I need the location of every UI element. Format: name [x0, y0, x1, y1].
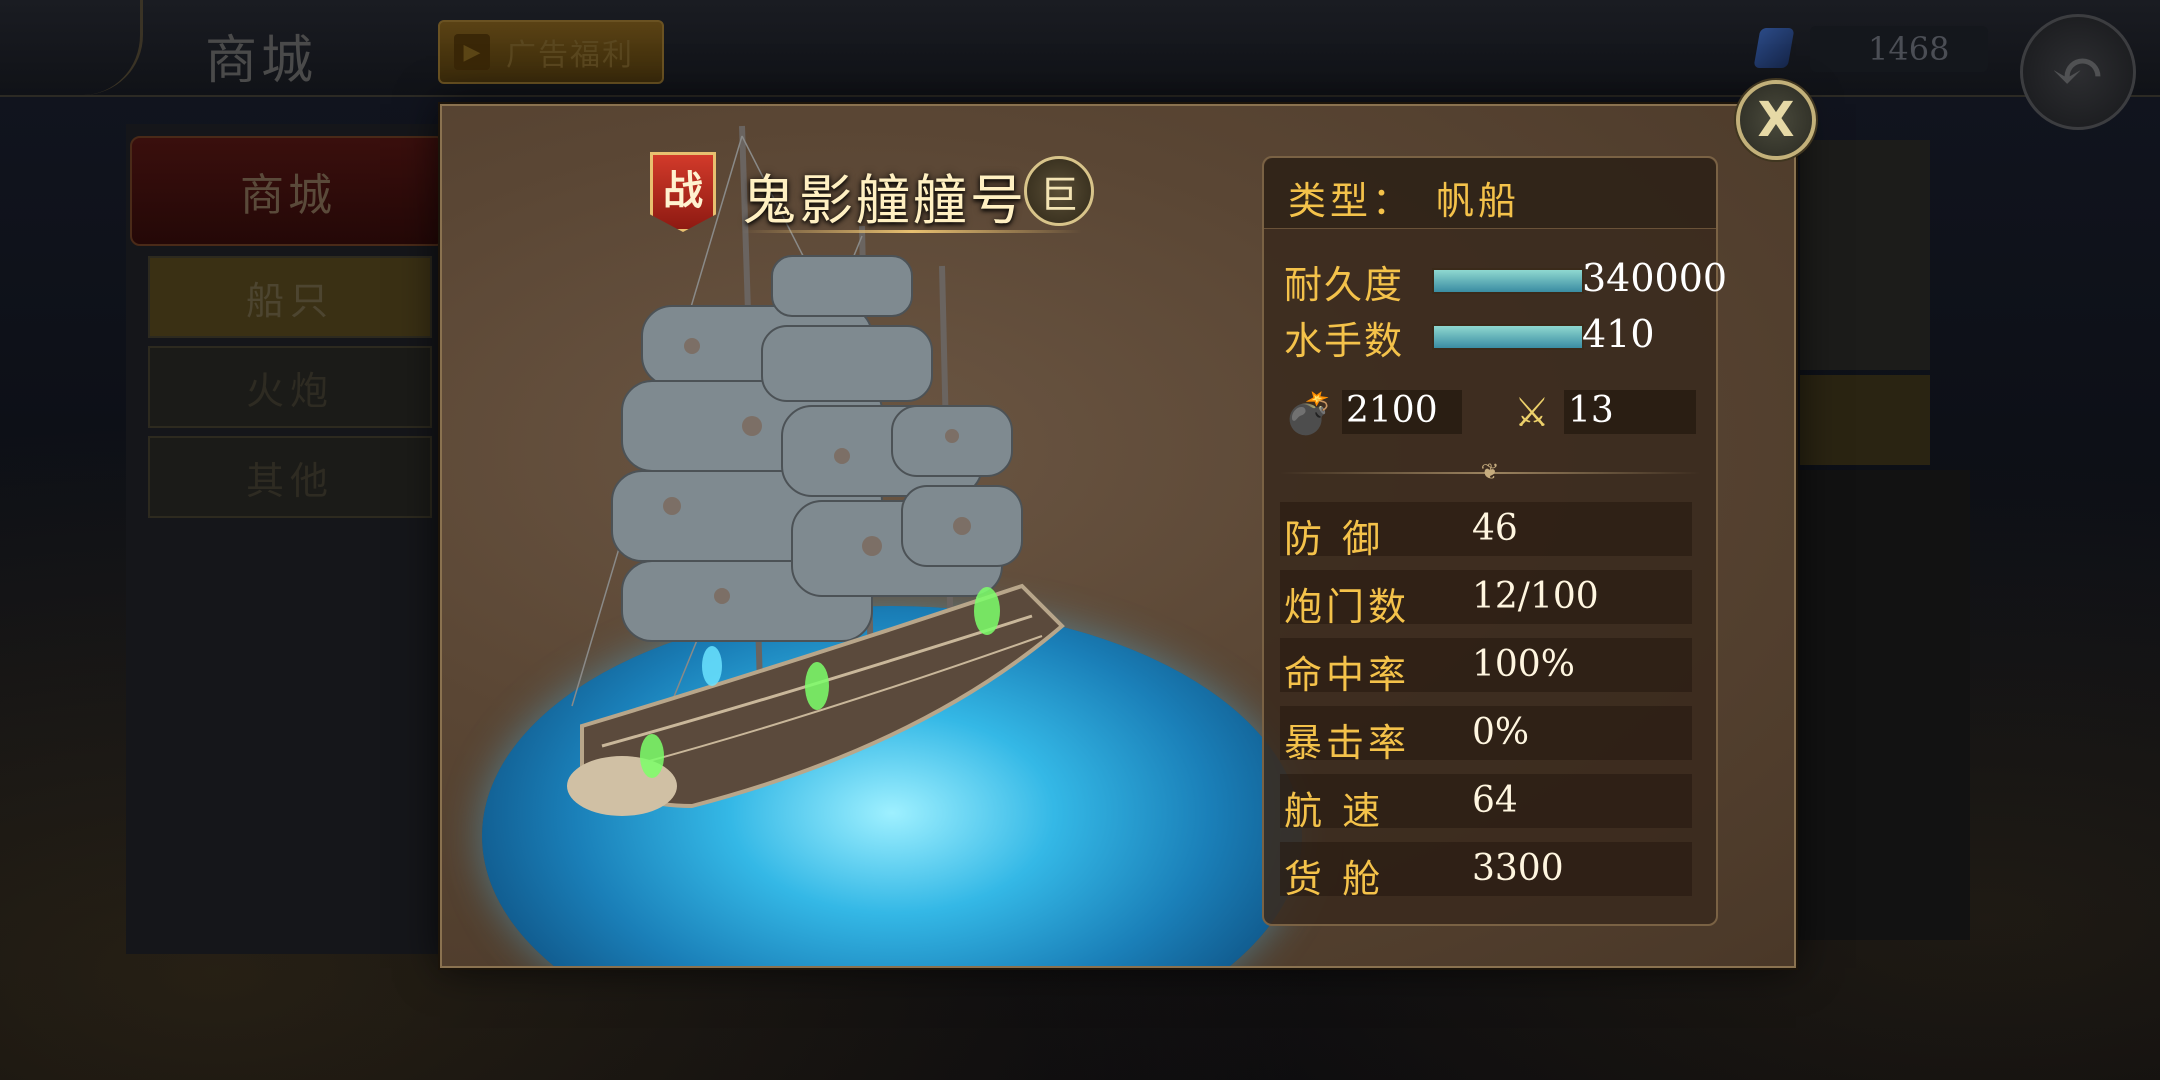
sailors-bar	[1432, 324, 1584, 350]
sailors-label: 水手数	[1284, 319, 1405, 363]
stat-value: 0%	[1472, 712, 1530, 753]
durability-label: 耐久度	[1284, 263, 1405, 307]
shop-item-card	[1800, 140, 1930, 370]
ad-reward-button[interactable]: ▶ 广告福利	[438, 20, 664, 84]
stat-row-crit-rate: 暴击率 0%	[1280, 706, 1692, 765]
shop-item-list	[1790, 470, 1970, 940]
stat-value: 12/100	[1472, 576, 1599, 617]
page-title: 商城	[205, 31, 318, 91]
cannon-power-value: 2100	[1346, 390, 1438, 431]
ad-reward-label: 广告福利	[506, 38, 634, 73]
shop-item-price	[1800, 375, 1930, 465]
stat-value: 3300	[1472, 848, 1564, 889]
back-arrow-icon: ↶	[2051, 35, 2105, 109]
ship-type-label: 类型：	[1288, 179, 1415, 223]
shop-sidebar	[126, 124, 446, 954]
ship-size-badge: 巨	[1024, 156, 1094, 226]
tab-others[interactable]: 其他	[148, 436, 432, 518]
close-icon: X	[1757, 92, 1795, 148]
stat-value: 64	[1472, 780, 1518, 821]
attack-value: 13	[1568, 390, 1614, 431]
crossed-swords-icon: ⚔	[1514, 390, 1550, 436]
gem-count: 1468	[1868, 30, 1950, 68]
stat-row-cargo: 货 舱 3300	[1280, 842, 1692, 901]
divider-ornament: ❦	[1480, 460, 1500, 485]
ship-name: 鬼影艟艟号	[742, 169, 1027, 232]
stat-row-accuracy: 命中率 100%	[1280, 638, 1692, 697]
play-icon: ▶	[454, 34, 490, 70]
durability-value: 340000	[1582, 256, 1728, 300]
ship-type-value: 帆船	[1436, 179, 1521, 223]
stat-row-gun-ports: 炮门数 12/100	[1280, 570, 1692, 629]
top-bar: 商城 ▶ 广告福利 1468	[0, 0, 2160, 97]
cannon-icon: 💣	[1284, 391, 1334, 437]
tab-ships[interactable]: 船只	[148, 256, 432, 338]
close-button[interactable]: X	[1736, 80, 1816, 160]
stat-value: 46	[1472, 508, 1518, 549]
ship-detail-dialog: 战 鬼影艟艟号 巨 类型： 帆船 耐久度 340000 水手数 410 💣 21…	[440, 104, 1796, 968]
sailors-bar-fill	[1434, 326, 1582, 348]
durability-bar	[1432, 268, 1584, 294]
gem-icon	[1753, 28, 1795, 68]
stat-row-defense: 防 御 46	[1280, 502, 1692, 561]
stat-label: 货 舱	[1284, 857, 1385, 901]
title-frame	[0, 0, 143, 95]
sailors-value: 410	[1582, 312, 1655, 356]
stat-label: 防 御	[1284, 517, 1385, 561]
back-button[interactable]: ↶	[2020, 14, 2136, 130]
title-underline	[742, 230, 1082, 233]
stat-label: 炮门数	[1284, 585, 1411, 629]
stat-row-speed: 航 速 64	[1280, 774, 1692, 833]
stat-value: 100%	[1472, 644, 1575, 685]
sidebar-header: 商城	[130, 136, 446, 246]
stat-label: 航 速	[1284, 789, 1385, 833]
ship-type-row: 类型： 帆船	[1264, 158, 1716, 229]
stat-label: 命中率	[1284, 653, 1411, 697]
tab-cannons[interactable]: 火炮	[148, 346, 432, 428]
stat-label: 暴击率	[1284, 721, 1411, 765]
durability-bar-fill	[1434, 270, 1582, 292]
ship-stats-panel: 类型： 帆船 耐久度 340000 水手数 410 💣 2100 ⚔ 13 ❦ …	[1262, 156, 1727, 926]
